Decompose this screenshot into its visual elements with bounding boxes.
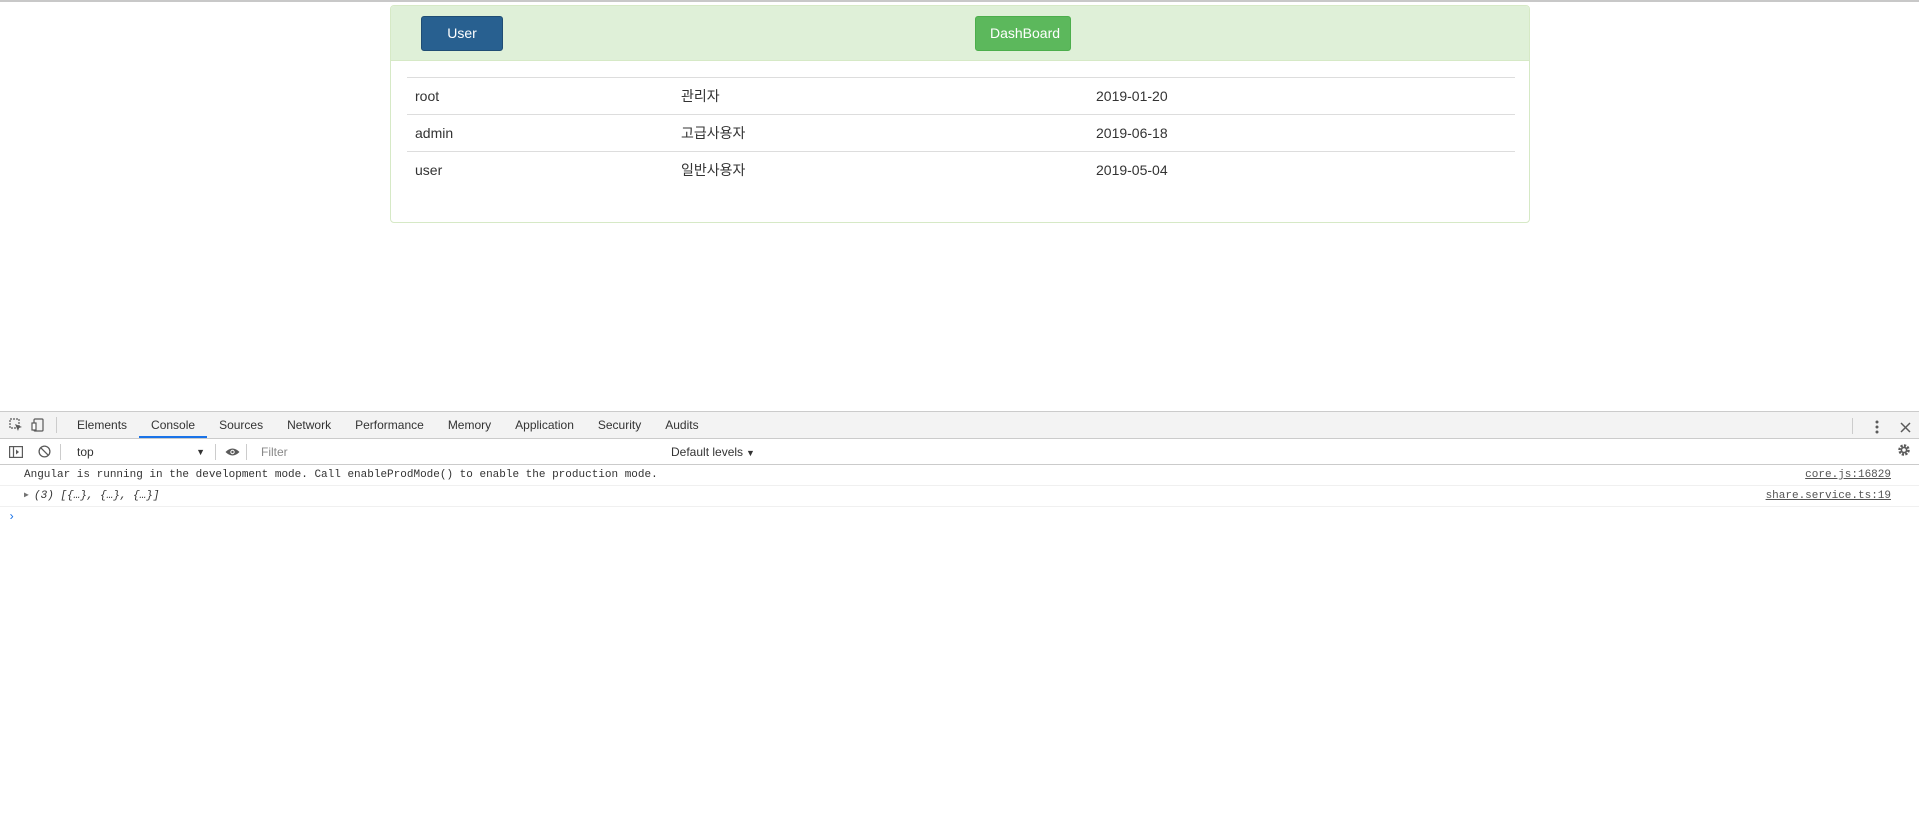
dropdown-arrow-icon: ▼ xyxy=(746,447,755,458)
eye-icon[interactable] xyxy=(222,442,242,462)
tab-performance[interactable]: Performance xyxy=(343,412,436,438)
dropdown-arrow-icon: ▼ xyxy=(196,446,205,457)
log-levels-dropdown[interactable]: Default levels ▼ xyxy=(671,445,755,459)
user-id-cell: admin xyxy=(415,125,454,141)
context-value: top xyxy=(77,444,94,459)
table-row: admin 고급사용자 2019-06-18 xyxy=(407,114,1515,152)
user-panel: User List DashBoard root 관리자 2019-01-20 … xyxy=(390,5,1530,223)
table-row: user 일반사용자 2019-05-04 xyxy=(407,151,1515,189)
user-date-cell: 2019-01-20 xyxy=(1096,88,1168,104)
user-table: root 관리자 2019-01-20 admin 고급사용자 2019-06-… xyxy=(407,77,1515,189)
tab-memory[interactable]: Memory xyxy=(436,412,503,438)
tab-elements[interactable]: Elements xyxy=(65,412,139,438)
app-viewport: User List DashBoard root 관리자 2019-01-20 … xyxy=(0,0,1919,411)
clear-console-icon[interactable] xyxy=(34,442,54,462)
tab-security[interactable]: Security xyxy=(586,412,653,438)
context-selector[interactable]: top ▼ xyxy=(73,443,209,461)
console-prompt[interactable]: › xyxy=(0,507,1919,527)
user-role-cell: 관리자 xyxy=(681,88,720,104)
toolbar-separator xyxy=(60,443,61,460)
tab-application[interactable]: Application xyxy=(503,412,586,438)
console-message: ▶ (3) [{…}, {…}, {…}] share.service.ts:1… xyxy=(0,486,1919,507)
inspect-element-icon[interactable] xyxy=(6,415,26,435)
device-toolbar-icon[interactable] xyxy=(28,415,48,435)
console-message: Angular is running in the development mo… xyxy=(0,465,1919,486)
user-list-button[interactable]: User List xyxy=(421,16,503,74)
prompt-chevron-icon: › xyxy=(8,510,16,524)
source-link[interactable]: core.js:16829 xyxy=(1805,465,1891,485)
user-date-cell: 2019-06-18 xyxy=(1096,125,1168,141)
tab-sources[interactable]: Sources xyxy=(207,412,275,438)
console-toolbar: top ▼ Default levels▼ xyxy=(0,439,1919,465)
filter-input[interactable] xyxy=(257,442,665,461)
expand-triangle-icon[interactable]: ▶ xyxy=(24,486,29,506)
console-object-preview[interactable]: (3) [{…}, {…}, {…}] xyxy=(24,490,159,502)
table-row: root 관리자 2019-01-20 xyxy=(407,77,1515,115)
gear-icon[interactable] xyxy=(1897,443,1911,460)
toolbar-separator xyxy=(215,443,216,460)
tab-audits[interactable]: Audits xyxy=(653,412,710,438)
log-levels-label: Default levels xyxy=(671,444,744,459)
source-link[interactable]: share.service.ts:19 xyxy=(1766,486,1891,506)
user-id-cell: user xyxy=(415,162,443,179)
toolbar-separator xyxy=(246,443,247,460)
user-role-cell: 고급사용자 xyxy=(681,125,746,141)
tab-console[interactable]: Console xyxy=(139,412,208,438)
panel-heading: User List DashBoard xyxy=(391,6,1529,74)
tab-separator xyxy=(1852,417,1853,434)
tab-network[interactable]: Network xyxy=(275,412,343,438)
kebab-menu-icon[interactable] xyxy=(1867,417,1887,437)
sidebar-toggle-icon[interactable] xyxy=(6,442,26,462)
devtools-panel: Elements Console Sources Network Perform… xyxy=(0,411,1919,827)
close-icon[interactable] xyxy=(1895,417,1915,437)
user-id-cell: root xyxy=(415,88,440,104)
user-role-cell: 일반사용자 xyxy=(681,162,746,179)
console-message-text: Angular is running in the development mo… xyxy=(24,469,658,481)
devtools-tab-bar: Elements Console Sources Network Perform… xyxy=(0,412,1919,439)
dashboard-button[interactable]: DashBoard xyxy=(975,16,1071,51)
user-date-cell: 2019-05-04 xyxy=(1096,162,1168,179)
tab-separator xyxy=(56,417,57,433)
